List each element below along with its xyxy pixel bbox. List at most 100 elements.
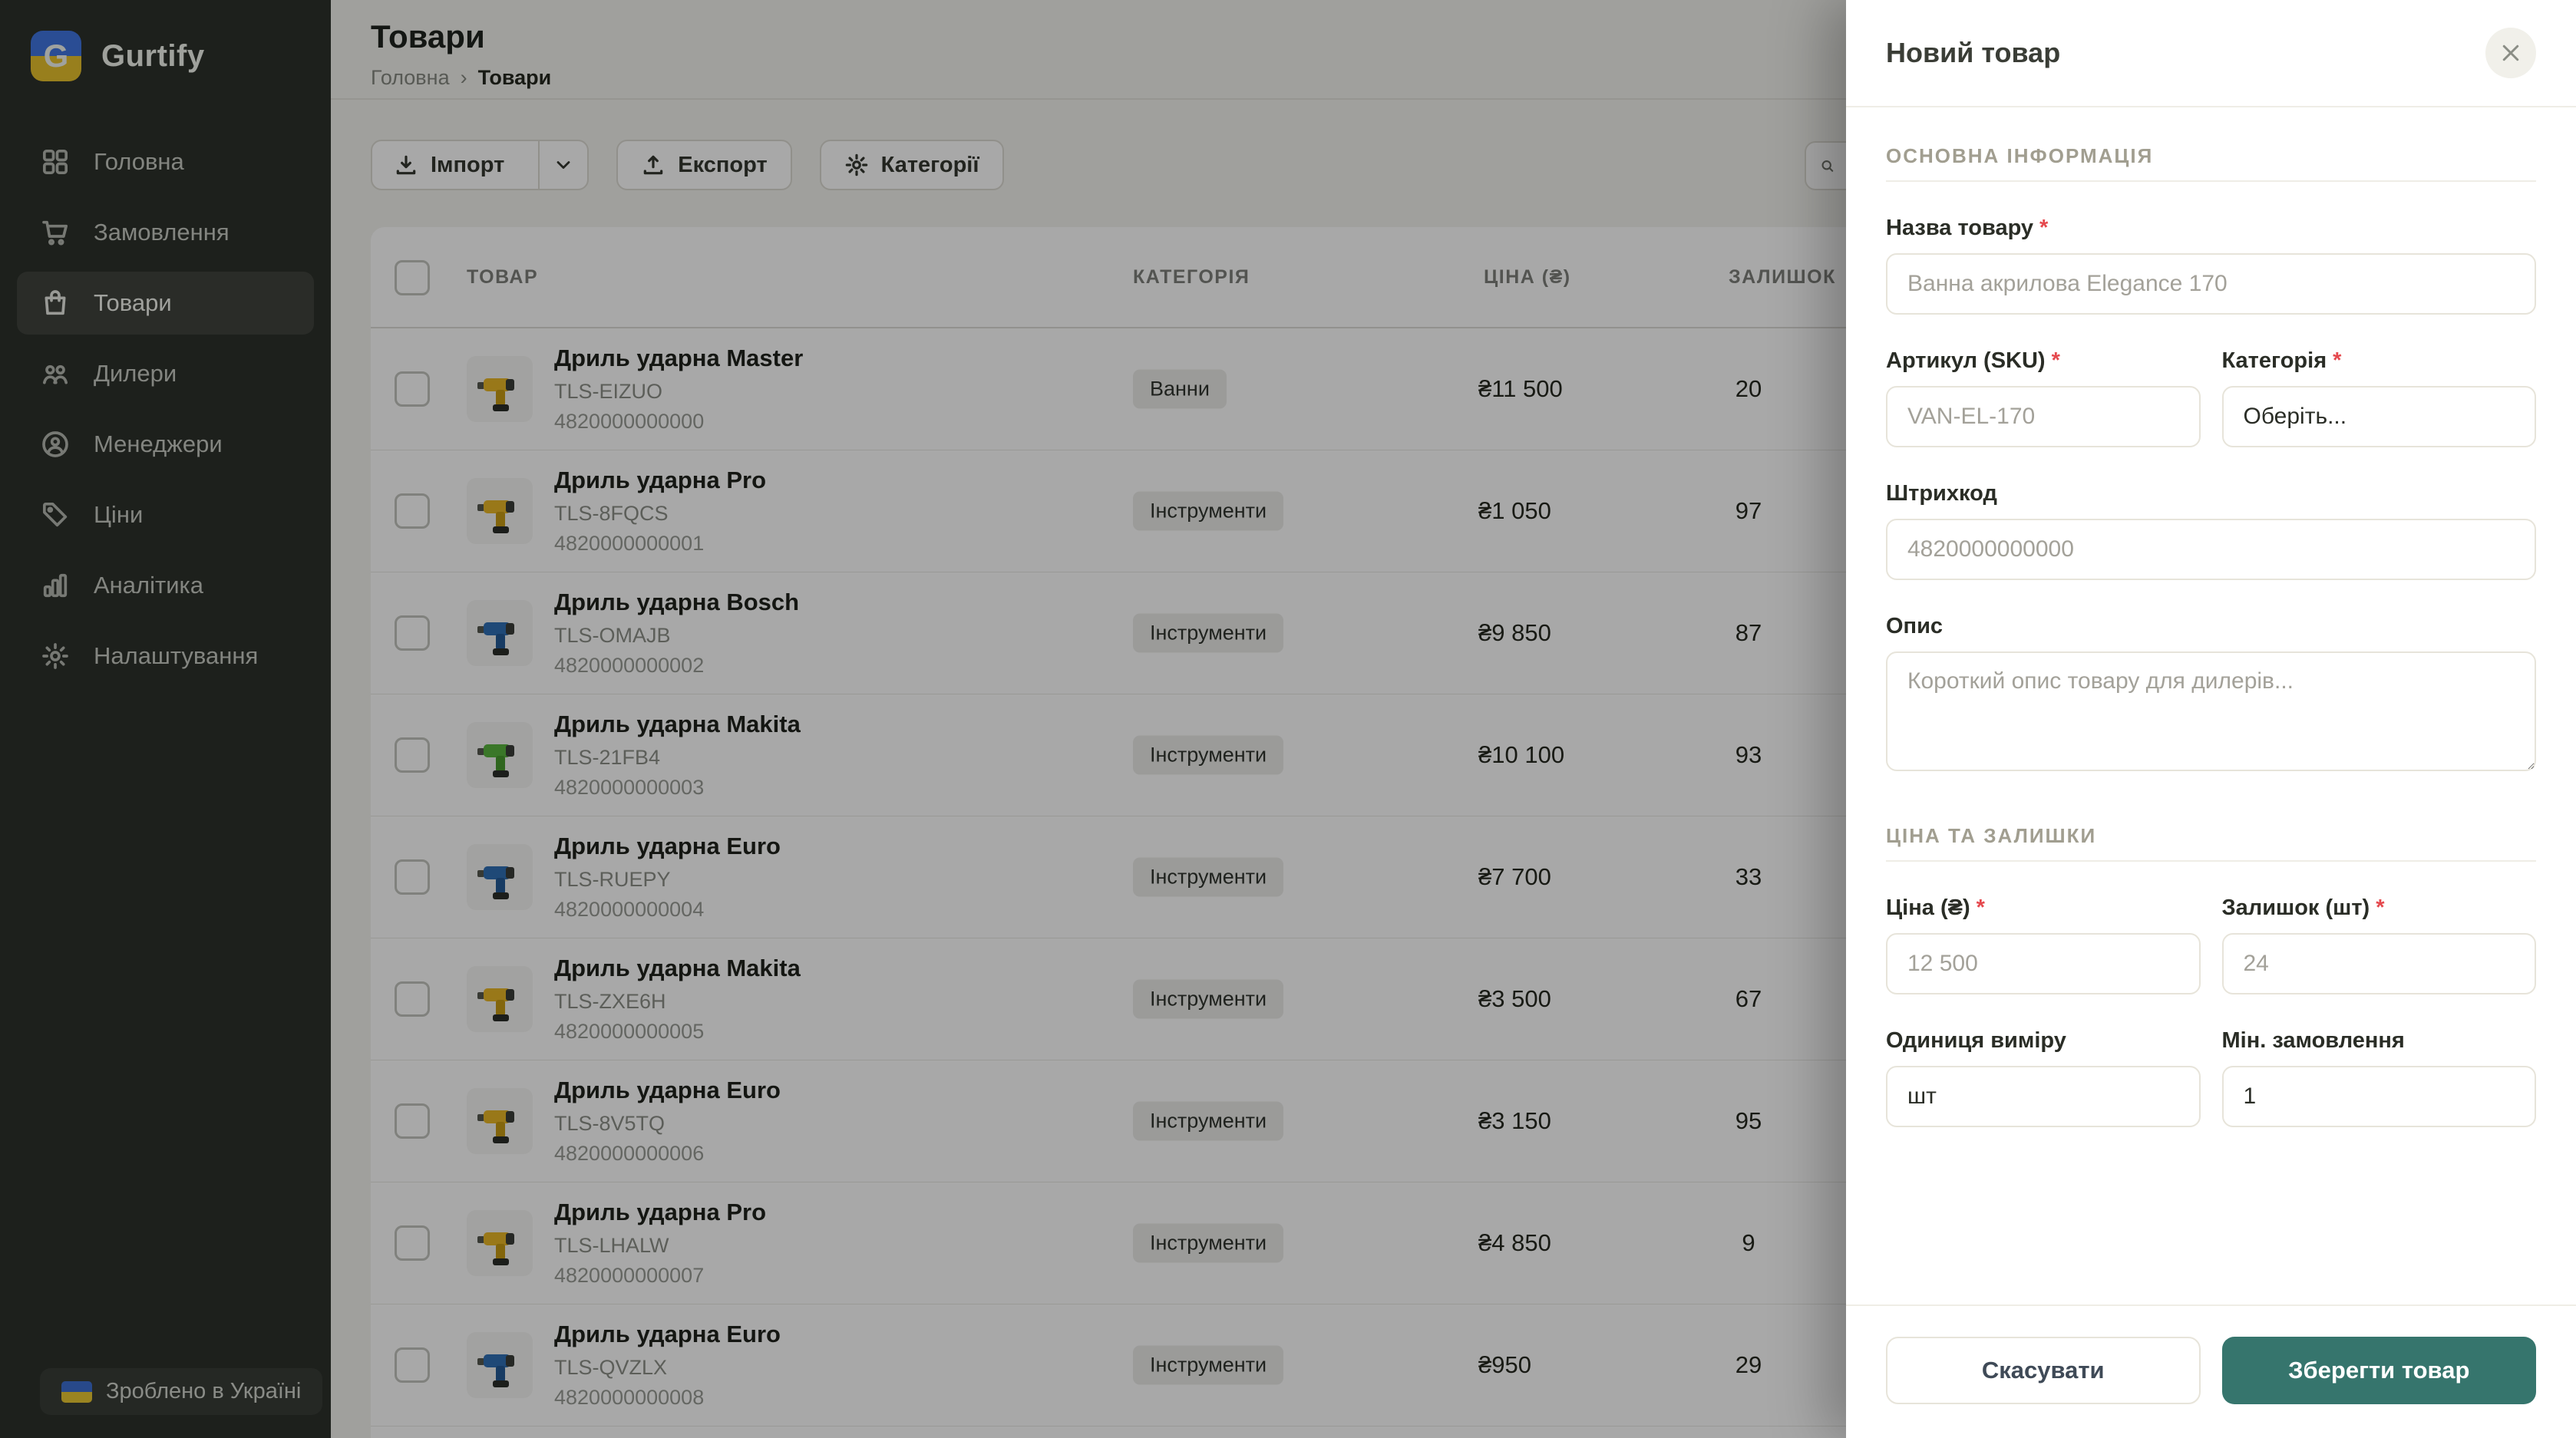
barcode-label: Штрихкод <box>1886 481 1997 506</box>
product-price: ₴1 050 <box>1478 497 1551 524</box>
unit-input[interactable] <box>1886 1066 2201 1127</box>
sidebar-item-8[interactable]: Налаштування <box>17 625 314 688</box>
product-sku: TLS-OMAJB <box>554 624 671 647</box>
required-asterisk: * <box>2051 348 2060 373</box>
product-name: Дриль ударна Pro <box>554 1199 767 1225</box>
min-order-input[interactable] <box>2221 1066 2536 1127</box>
product-name: Дриль ударна Makita <box>554 711 801 737</box>
product-price: ₴10 100 <box>1478 741 1565 768</box>
made-in-ukraine-label: Зроблено в Україні <box>106 1379 302 1403</box>
product-sku: TLS-21FB4 <box>554 746 661 769</box>
sidebar-item-label: Налаштування <box>94 642 259 669</box>
category-badge: Інструменти <box>1133 1223 1284 1263</box>
product-name: Дриль ударна Euro <box>554 833 781 859</box>
close-icon <box>2502 45 2519 61</box>
required-asterisk: * <box>1976 895 1985 920</box>
price-input[interactable] <box>1886 933 2201 994</box>
product-name-input[interactable] <box>1886 253 2536 315</box>
app-name: Gurtify <box>101 38 205 73</box>
column-header-category: КАТЕГОРІЯ <box>1133 266 1250 288</box>
row-checkbox[interactable] <box>395 615 430 651</box>
chart-icon <box>43 573 68 598</box>
gear-icon <box>845 153 867 176</box>
drill-image <box>477 622 514 655</box>
made-in-ukraine-badge: Зроблено в Україні <box>40 1368 323 1415</box>
product-stock: 33 <box>1735 863 1762 890</box>
product-sku: TLS-8FQCS <box>554 502 669 525</box>
column-header-product: ТОВАР <box>467 266 539 288</box>
page-header: Товари Головна › Товари <box>371 18 551 90</box>
users-icon <box>43 364 68 384</box>
section-price-stock: ЦІНА ТА ЗАЛИШКИ <box>1886 824 2097 847</box>
category-badge: Інструменти <box>1133 857 1284 897</box>
drill-image <box>477 866 514 899</box>
panel-header: Новий товар <box>1846 0 2576 107</box>
person-icon <box>42 431 68 457</box>
grid-icon <box>43 150 68 174</box>
close-button[interactable] <box>2485 28 2536 78</box>
product-price: ₴11 500 <box>1478 375 1563 402</box>
row-checkbox[interactable] <box>395 981 430 1017</box>
breadcrumb: Головна › Товари <box>371 66 551 90</box>
product-barcode: 4820000000005 <box>554 1020 705 1043</box>
sidebar-item-label: Головна <box>94 148 184 175</box>
description-textarea[interactable] <box>1886 651 2536 771</box>
row-checkbox[interactable] <box>395 737 430 773</box>
product-sku: TLS-EIZUO <box>554 380 663 403</box>
save-product-button[interactable]: Зберегти товар <box>2221 1337 2536 1404</box>
sidebar-item-1[interactable]: Головна <box>17 130 314 193</box>
drill-image <box>477 1354 514 1387</box>
sidebar-item-6[interactable]: Ціни <box>17 483 314 546</box>
sidebar-item-4[interactable]: Дилери <box>17 342 314 405</box>
row-checkbox[interactable] <box>395 859 430 895</box>
section-basic-info: ОСНОВНА ІНФОРМАЦІЯ <box>1886 144 2154 167</box>
category-badge: Інструменти <box>1133 979 1284 1019</box>
select-all-checkbox[interactable] <box>395 260 430 295</box>
breadcrumb-home[interactable]: Головна <box>371 66 450 90</box>
sidebar-item-label: Замовлення <box>94 219 230 246</box>
product-name: Дриль ударна Euro <box>554 1321 781 1347</box>
product-image <box>467 1332 533 1398</box>
category-badge: Ванни <box>1133 369 1227 409</box>
sku-input[interactable] <box>1886 386 2201 447</box>
product-stock: 67 <box>1735 985 1762 1012</box>
column-header-price: ЦІНА (₴) <box>1484 266 1571 288</box>
export-button[interactable]: Експорт <box>616 140 792 190</box>
cancel-button[interactable]: Скасувати <box>1886 1337 2201 1404</box>
description-label: Опис <box>1886 614 1944 638</box>
row-checkbox[interactable] <box>395 1103 430 1139</box>
product-stock: 93 <box>1735 741 1762 768</box>
row-checkbox[interactable] <box>395 1225 430 1261</box>
row-checkbox[interactable] <box>395 371 430 407</box>
category-badge: Інструменти <box>1133 1345 1284 1385</box>
product-sku: TLS-LHALW <box>554 1234 669 1257</box>
drill-image <box>477 1110 514 1143</box>
brand: G Gurtify <box>0 0 331 81</box>
sidebar-item-7[interactable]: Аналітика <box>17 554 314 617</box>
sidebar-item-3[interactable]: Товари <box>17 272 314 335</box>
category-badge: Інструменти <box>1133 1101 1284 1141</box>
product-barcode: 4820000000007 <box>554 1264 705 1287</box>
required-asterisk: * <box>2376 895 2385 920</box>
category-badge: Інструменти <box>1133 613 1284 653</box>
category-select[interactable]: Оберіть... <box>2221 386 2536 447</box>
product-sku: TLS-ZXE6H <box>554 990 666 1013</box>
product-image <box>467 356 533 422</box>
product-image <box>467 600 533 666</box>
app-logo-icon: G <box>31 31 81 81</box>
required-asterisk: * <box>2333 348 2342 373</box>
barcode-input[interactable] <box>1886 519 2536 580</box>
new-product-panel: Новий товар ОСНОВНА ІНФОРМАЦІЯ Назва тов… <box>1846 0 2576 1438</box>
product-barcode: 4820000000001 <box>554 532 705 555</box>
upload-icon <box>644 155 663 175</box>
import-button[interactable]: Імпорт <box>371 140 590 190</box>
sidebar-item-label: Аналітика <box>94 572 204 599</box>
row-checkbox[interactable] <box>395 493 430 529</box>
sidebar-item-5[interactable]: Менеджери <box>17 413 314 476</box>
product-name: Дриль ударна Master <box>554 345 804 371</box>
stock-input[interactable] <box>2221 933 2536 994</box>
sidebar-item-2[interactable]: Замовлення <box>17 201 314 264</box>
import-dropdown-toggle[interactable] <box>538 141 587 189</box>
row-checkbox[interactable] <box>395 1347 430 1383</box>
categories-button[interactable]: Категорії <box>819 140 1004 190</box>
